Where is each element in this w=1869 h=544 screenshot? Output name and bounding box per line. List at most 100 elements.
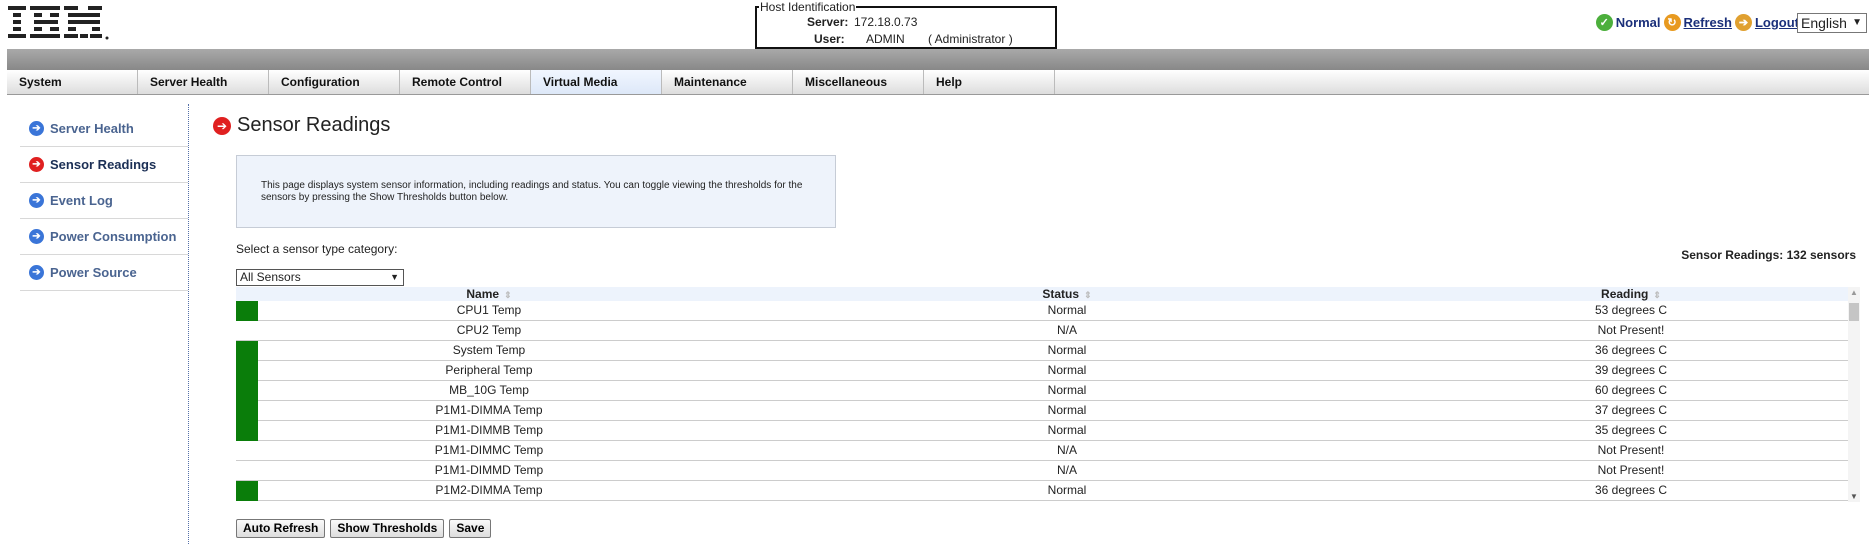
status-indicator [236, 321, 258, 340]
status-ok-square [236, 481, 258, 501]
sidebar-item-server-health[interactable]: ➔ Server Health [20, 111, 188, 147]
logout-link[interactable]: Logout [1755, 15, 1799, 30]
column-status[interactable]: Status ⇕ [720, 287, 1414, 301]
sensor-name: P1M1-DIMMC Temp [434, 443, 544, 457]
chevron-down-icon: ▼ [390, 272, 399, 282]
host-identification: Host Identification Server: 172.18.0.73 … [755, 0, 1057, 49]
sensor-count: Sensor Readings: 132 sensors [1681, 248, 1856, 262]
sensor-reading: Not Present! [1597, 443, 1665, 457]
show-thresholds-button[interactable]: Show Thresholds [330, 519, 445, 538]
auto-refresh-button[interactable]: Auto Refresh [236, 519, 326, 538]
server-label: Server: [807, 15, 849, 29]
sensor-name: P1M1-DIMMA Temp [435, 403, 543, 417]
table-body: CPU1 Temp Normal 53 degrees C CPU2 Temp … [236, 301, 1848, 501]
sensor-name: P1M2-DIMMA Temp [435, 483, 543, 497]
sensor-status: N/A [1056, 323, 1077, 337]
scroll-up-icon[interactable]: ▲ [1850, 288, 1858, 297]
language-select[interactable]: English ▼ [1797, 13, 1867, 33]
tab-maintenance[interactable]: Maintenance [662, 70, 793, 94]
sensor-status: Normal [1047, 423, 1087, 437]
status-ok-square [236, 421, 258, 441]
sensor-status: N/A [1056, 443, 1077, 457]
sensor-name: P1M1-DIMMD Temp [434, 463, 544, 477]
page-title: ➔ Sensor Readings [213, 114, 390, 137]
sidebar-item-label: Power Consumption [50, 229, 177, 244]
table-row[interactable]: P1M2-DIMMA Temp Normal 36 degrees C [236, 481, 1848, 501]
status-indicator [236, 361, 258, 381]
status-indicator [236, 441, 258, 460]
refresh-link[interactable]: Refresh [1684, 15, 1732, 30]
table-row[interactable]: P1M1-DIMMA Temp Normal 37 degrees C [236, 401, 1848, 421]
status-ok-square [236, 401, 258, 421]
info-box: This page displays system sensor informa… [236, 155, 836, 228]
table-row[interactable]: Peripheral Temp Normal 39 degrees C [236, 361, 1848, 381]
sidebar-item-sensor-readings[interactable]: ➔ Sensor Readings [20, 147, 188, 183]
tab-virtual-media[interactable]: Virtual Media [531, 70, 662, 94]
save-button[interactable]: Save [449, 519, 492, 538]
sensor-reading: 35 degrees C [1594, 423, 1668, 437]
sensor-status: Normal [1047, 363, 1087, 377]
sensor-status: Normal [1047, 483, 1087, 497]
scroll-down-icon[interactable]: ▼ [1850, 492, 1858, 501]
logout-icon[interactable]: ➔ [1734, 14, 1752, 31]
sensor-reading: 39 degrees C [1594, 363, 1668, 377]
column-label: Status [1042, 287, 1080, 301]
table-row[interactable]: P1M1-DIMMB Temp Normal 35 degrees C [236, 421, 1848, 441]
arrow-right-icon: ➔ [213, 116, 231, 135]
host-legend: Host Identification [759, 0, 857, 14]
action-buttons: Auto Refresh Show Thresholds Save [236, 519, 492, 538]
tab-miscellaneous[interactable]: Miscellaneous [793, 70, 924, 94]
category-select[interactable]: All Sensors ▼ [236, 269, 404, 286]
refresh-icon[interactable]: ↻ [1663, 14, 1681, 31]
status-indicator [236, 341, 258, 361]
table-row[interactable]: CPU2 Temp N/A Not Present! [236, 321, 1848, 341]
user-role: ( Administrator ) [928, 32, 1013, 46]
column-name[interactable]: Name ⇕ [258, 287, 720, 301]
sort-icon: ⇕ [504, 290, 512, 300]
table-row[interactable]: System Temp Normal 36 degrees C [236, 341, 1848, 361]
sensor-reading: 36 degrees C [1594, 343, 1668, 357]
table-header: Name ⇕ Status ⇕ Reading ⇕ [236, 287, 1848, 301]
sidebar-item-power-consumption[interactable]: ➔ Power Consumption [20, 219, 188, 255]
chevron-down-icon: ▼ [1852, 17, 1862, 28]
column-reading[interactable]: Reading ⇕ [1414, 287, 1848, 301]
arrow-right-icon: ➔ [29, 229, 44, 244]
language-value: English [1801, 15, 1847, 31]
table-row[interactable]: P1M1-DIMMC Temp N/A Not Present! [236, 441, 1848, 461]
tab-configuration[interactable]: Configuration [269, 70, 400, 94]
scroll-thumb[interactable] [1849, 303, 1859, 321]
status-indicator [236, 421, 258, 441]
status-indicator [236, 401, 258, 421]
sidebar-divider [188, 104, 189, 544]
sensor-status: N/A [1056, 463, 1077, 477]
table-row[interactable]: P1M1-DIMMD Temp N/A Not Present! [236, 461, 1848, 481]
header-actions: ✓ Normal ↻ Refresh ➔ Logout [1595, 14, 1799, 31]
tab-server-health[interactable]: Server Health [138, 70, 269, 94]
sensor-table: Name ⇕ Status ⇕ Reading ⇕ CPU1 Temp Normal … [236, 287, 1848, 501]
table-row[interactable]: CPU1 Temp Normal 53 degrees C [236, 301, 1848, 321]
status-indicator [236, 481, 258, 501]
sidebar-item-event-log[interactable]: ➔ Event Log [20, 183, 188, 219]
sensor-status: Normal [1047, 383, 1087, 397]
table-scrollbar[interactable]: ▲ ▼ [1848, 287, 1860, 502]
sidebar-item-label: Event Log [50, 193, 113, 208]
category-value: All Sensors [240, 270, 301, 284]
sort-icon: ⇕ [1084, 290, 1092, 300]
status-ok-square [236, 381, 258, 401]
arrow-right-icon: ➔ [29, 193, 44, 208]
status-ok-square [236, 301, 258, 321]
sidebar-item-power-source[interactable]: ➔ Power Source [20, 255, 188, 291]
sensor-reading: Not Present! [1597, 323, 1665, 337]
tab-help[interactable]: Help [924, 70, 1055, 94]
sensor-reading: 60 degrees C [1594, 383, 1668, 397]
page-title-text: Sensor Readings [237, 114, 391, 136]
column-label: Reading [1601, 287, 1649, 301]
arrow-right-icon: ➔ [29, 265, 44, 280]
table-row[interactable]: MB_10G Temp Normal 60 degrees C [236, 381, 1848, 401]
tab-remote-control[interactable]: Remote Control [400, 70, 531, 94]
main-nav: System Server Health Configuration Remot… [7, 70, 1869, 95]
sensor-status: Normal [1047, 343, 1087, 357]
tab-system[interactable]: System [7, 70, 138, 94]
server-value: 172.18.0.73 [854, 15, 918, 29]
user-value: ADMIN [866, 32, 905, 46]
